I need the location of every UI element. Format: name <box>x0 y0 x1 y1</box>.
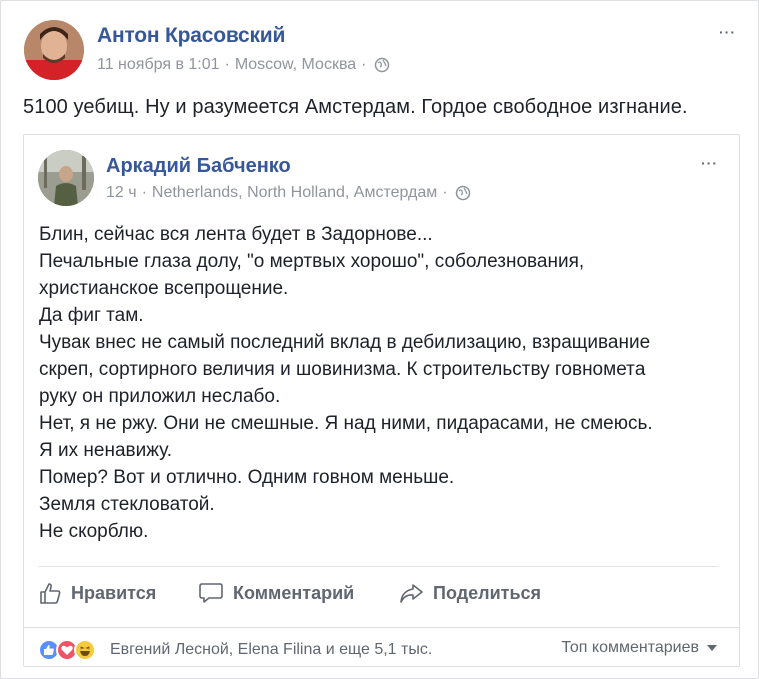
reaction-icons <box>38 639 102 661</box>
text-line: Нет, я не ржу. Они не смешные. Я над ним… <box>39 413 653 434</box>
text-line: Я их ненавижу. <box>39 440 173 461</box>
text-line: руку он приложил неслабо. <box>39 386 281 407</box>
comment-button[interactable]: Комментарий <box>198 581 354 605</box>
post-location[interactable]: Moscow, Москва <box>235 56 356 74</box>
actions-divider <box>38 566 719 567</box>
post-text: 5100 уебищ. Ну и разумеется Амстердам. Г… <box>23 96 688 118</box>
comment-bubble-icon <box>199 583 223 603</box>
shared-post-options-button[interactable]: ··· <box>701 156 718 170</box>
reactions-text[interactable]: Евгений Лесной, Elena Filina и еще 5,1 т… <box>110 641 432 659</box>
globe-icon[interactable] <box>374 57 390 73</box>
shared-post: Аркадий Бабченко 12 ч · Netherlands, Nor… <box>23 134 740 667</box>
author-name[interactable]: Антон Красовский <box>97 24 285 48</box>
reactions-summary[interactable]: Евгений Лесной, Elena Filina и еще 5,1 т… <box>38 639 432 661</box>
like-thumb-icon <box>40 583 61 604</box>
top-comments-dropdown[interactable]: Топ комментариев <box>561 639 717 657</box>
meta-separator: · <box>442 184 448 201</box>
meta-separator: · <box>361 56 367 73</box>
text-line: Блин, сейчас вся лента будет в Задорнове… <box>39 224 433 245</box>
text-line: скреп, сортирного величия и шовинизма. К… <box>39 359 646 380</box>
shared-author-name[interactable]: Аркадий Бабченко <box>106 155 291 178</box>
post-options-button[interactable]: ··· <box>719 25 736 39</box>
comment-label: Комментарий <box>233 582 355 603</box>
author-avatar[interactable] <box>24 20 84 80</box>
reactions-divider <box>24 627 739 628</box>
shared-post-time[interactable]: 12 ч <box>106 184 137 202</box>
shared-post-text: Блин, сейчас вся лента будет в Задорнове… <box>39 221 729 545</box>
caret-down-icon <box>707 645 717 651</box>
post-card: Антон Красовский 11 ноября в 1:01 · Mosc… <box>0 0 759 679</box>
haha-reaction-icon <box>74 639 96 661</box>
post-meta: 11 ноября в 1:01 · Moscow, Москва · <box>97 56 390 74</box>
shared-author-avatar[interactable] <box>38 150 94 206</box>
shared-post-location[interactable]: Netherlands, North Holland, Амстердам <box>152 184 437 202</box>
post-date[interactable]: 11 ноября в 1:01 <box>97 56 220 74</box>
meta-separator: · <box>141 184 147 201</box>
text-line: Чувак внес не самый последний вклад в де… <box>39 332 651 353</box>
share-button[interactable]: Поделиться <box>398 581 541 605</box>
text-line: Не скорблю. <box>39 521 149 542</box>
like-label: Нравится <box>71 582 157 603</box>
shared-post-meta: 12 ч · Netherlands, North Holland, Амсте… <box>106 184 471 202</box>
text-line: Помер? Вот и отлично. Одним говном меньш… <box>39 467 455 488</box>
share-arrow-icon <box>400 584 423 603</box>
share-label: Поделиться <box>433 582 542 603</box>
text-line: христианское всепрощение. <box>39 278 289 299</box>
meta-separator: · <box>224 56 230 73</box>
text-line: Земля стекловатой. <box>39 494 215 515</box>
text-line: Да фиг там. <box>39 305 144 326</box>
like-button[interactable]: Нравится <box>38 581 156 605</box>
top-comments-label: Топ комментариев <box>561 639 699 656</box>
text-line: Печальные глаза долу, "о мертвых хорошо"… <box>39 251 585 272</box>
globe-icon[interactable] <box>455 185 471 201</box>
